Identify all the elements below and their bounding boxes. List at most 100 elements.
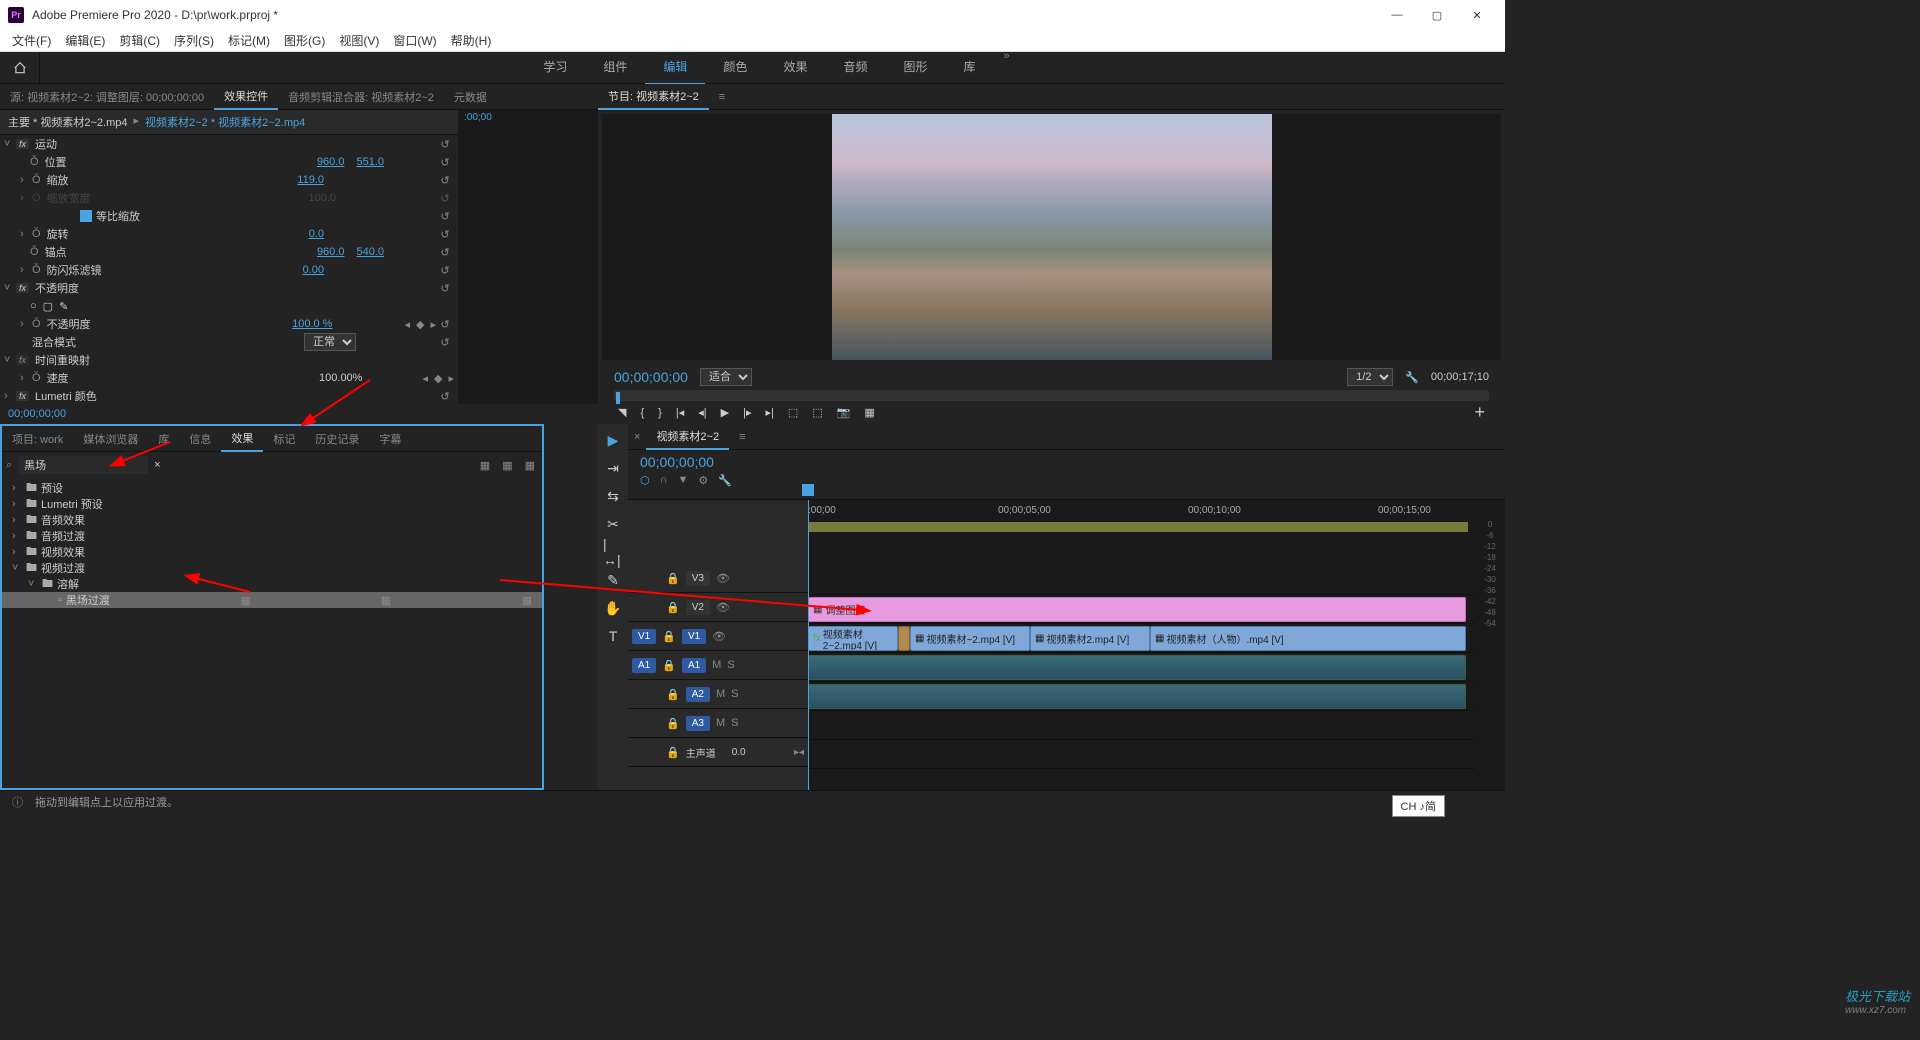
- lock-icon[interactable]: 🔒: [662, 630, 676, 643]
- ec-scale-v[interactable]: 119.0: [297, 174, 324, 186]
- panel-menu-icon[interactable]: ≡: [709, 87, 735, 107]
- reset-icon[interactable]: ↺: [436, 156, 454, 169]
- lock-icon[interactable]: 🔒: [666, 717, 680, 730]
- menu-图形(G)[interactable]: 图形(G): [278, 30, 331, 51]
- go-out-icon[interactable]: ▸|: [765, 406, 773, 419]
- source-tab[interactable]: 元数据: [444, 85, 497, 109]
- lower-tab[interactable]: 媒体浏览器: [73, 427, 148, 451]
- effects-folder[interactable]: ›🖿音频效果: [2, 512, 542, 528]
- ec-speed-v[interactable]: 100.00%: [319, 372, 362, 384]
- track-a3[interactable]: A3: [686, 716, 710, 731]
- toggle-output-icon[interactable]: 👁: [712, 630, 726, 643]
- effects-folder[interactable]: ›🖿预设: [2, 480, 542, 496]
- v2-track-lane[interactable]: ▦调整图层: [808, 595, 1475, 624]
- clip-a1[interactable]: [808, 655, 1466, 680]
- program-timecode[interactable]: 00;00;00;00: [614, 369, 688, 385]
- lock-icon[interactable]: 🔒: [662, 659, 676, 672]
- source-a1[interactable]: A1: [632, 658, 656, 673]
- lower-tab[interactable]: 库: [148, 427, 179, 451]
- rect-mask-icon[interactable]: ▢: [43, 300, 53, 313]
- work-area-bar[interactable]: [808, 522, 1468, 532]
- panel-menu-icon[interactable]: ≡: [729, 427, 755, 447]
- ec-anchor-y[interactable]: 540.0: [356, 246, 384, 258]
- menu-文件(F)[interactable]: 文件(F): [6, 30, 57, 51]
- reset-icon[interactable]: ↺: [436, 390, 454, 403]
- menu-剪辑(C)[interactable]: 剪辑(C): [113, 30, 166, 51]
- meter-icon[interactable]: ▸◂: [794, 747, 804, 758]
- workspace-编辑[interactable]: 编辑: [645, 50, 705, 85]
- maximize-button[interactable]: ▢: [1417, 0, 1457, 30]
- close-button[interactable]: ✕: [1457, 0, 1497, 30]
- reset-icon[interactable]: ↺: [436, 192, 454, 205]
- lower-tab[interactable]: 历史记录: [305, 427, 369, 451]
- ec-opacity-v[interactable]: 100.0 %: [292, 318, 332, 330]
- add-button-icon[interactable]: +: [1474, 402, 1485, 423]
- ripple-tool-icon[interactable]: ⇆: [603, 486, 623, 506]
- next-keyframe-icon[interactable]: ▸: [448, 372, 454, 385]
- pen-tool-icon[interactable]: ✎: [603, 570, 623, 590]
- workspace-音频[interactable]: 音频: [825, 50, 885, 85]
- sequence-tab[interactable]: 视频素材2~2: [646, 424, 729, 450]
- lock-icon[interactable]: 🔒: [666, 601, 680, 614]
- effects-folder[interactable]: ›🖿Lumetri 预设: [2, 496, 542, 512]
- selection-tool-icon[interactable]: ▶: [603, 430, 623, 450]
- wrench-icon[interactable]: 🔧: [718, 474, 732, 487]
- menu-窗口(W)[interactable]: 窗口(W): [387, 30, 442, 51]
- uniform-scale-checkbox[interactable]: [80, 210, 92, 222]
- lift-icon[interactable]: ⬚: [788, 406, 798, 419]
- timeline-ruler[interactable]: :00;0000;00;05;0000;00;10;0000;00;15;00: [808, 500, 1475, 520]
- preset-icon-2[interactable]: ▦: [502, 459, 512, 472]
- zoom-select[interactable]: 适合: [700, 368, 752, 386]
- go-in-icon[interactable]: |◂: [676, 406, 684, 419]
- toggle-output-icon[interactable]: 👁: [716, 601, 730, 614]
- ec-opacity-section[interactable]: 不透明度: [33, 280, 436, 296]
- workspace-组件[interactable]: 组件: [585, 50, 645, 85]
- clip-adjustment-layer[interactable]: ▦调整图层: [808, 597, 1466, 622]
- transition-clip[interactable]: [898, 626, 910, 651]
- workspace-学习[interactable]: 学习: [525, 50, 585, 85]
- workspace-图形[interactable]: 图形: [885, 50, 945, 85]
- a3-track-lane[interactable]: [808, 711, 1475, 740]
- menu-编辑(E)[interactable]: 编辑(E): [59, 30, 111, 51]
- master-volume[interactable]: 0.0: [732, 747, 746, 758]
- playhead[interactable]: [808, 500, 809, 790]
- ec-pos-y[interactable]: 551.0: [356, 156, 384, 168]
- lock-icon[interactable]: 🔒: [666, 572, 680, 585]
- hand-tool-icon[interactable]: ✋: [603, 598, 623, 618]
- workspace-颜色[interactable]: 颜色: [705, 50, 765, 85]
- timeline-timecode[interactable]: 00;00;00;00: [640, 454, 1493, 470]
- reset-icon[interactable]: ↺: [436, 210, 454, 223]
- track-select-tool-icon[interactable]: ⇥: [603, 458, 623, 478]
- clip-v1-4[interactable]: ▦视频素材（人物）.mp4 [V]: [1150, 626, 1466, 651]
- ec-mini-timeline[interactable]: :00;00: [458, 110, 598, 404]
- effects-folder[interactable]: ˅🖿视频过渡: [2, 560, 542, 576]
- program-monitor[interactable]: [602, 114, 1501, 360]
- workspace-overflow-icon[interactable]: »: [994, 50, 1020, 85]
- ellipse-mask-icon[interactable]: ○: [30, 300, 37, 312]
- program-tab[interactable]: 节目: 视频素材2~2: [598, 84, 709, 110]
- razor-tool-icon[interactable]: ✂: [603, 514, 623, 534]
- track-v1[interactable]: V1: [682, 629, 706, 644]
- type-tool-icon[interactable]: T: [603, 626, 623, 646]
- effects-folder[interactable]: ›🖿视频效果: [2, 544, 542, 560]
- reset-icon[interactable]: ↺: [436, 264, 454, 277]
- v1-track-lane[interactable]: fx视频素材2~2.mp4 [V] ▦视频素材~2.mp4 [V] ▦视频素材2…: [808, 624, 1475, 653]
- track-a2[interactable]: A2: [686, 687, 710, 702]
- add-keyframe-icon[interactable]: ◆: [434, 372, 442, 385]
- reset-icon[interactable]: ↺: [436, 282, 454, 295]
- blend-mode-select[interactable]: 正常: [304, 333, 356, 351]
- export-frame-icon[interactable]: 📷: [837, 406, 851, 419]
- ec-clip-link[interactable]: 视频素材2~2 * 视频素材2~2.mp4: [145, 114, 305, 130]
- mark-out-icon[interactable]: {: [640, 407, 644, 419]
- effects-item[interactable]: ▫黑场过渡▦▦▦: [2, 592, 542, 608]
- linked-selection-icon[interactable]: ∩: [660, 474, 668, 487]
- lower-tab[interactable]: 信息: [179, 427, 221, 451]
- ec-motion[interactable]: 运动: [33, 136, 436, 152]
- ec-anchor-x[interactable]: 960.0: [317, 246, 345, 258]
- source-tab[interactable]: 音频剪辑混合器: 视频素材2~2: [278, 85, 444, 109]
- lower-tab[interactable]: 项目: work: [2, 427, 73, 451]
- slip-tool-icon[interactable]: |↔|: [603, 542, 623, 562]
- settings-icon[interactable]: 🔧: [1405, 371, 1419, 384]
- mark-clip-icon[interactable]: }: [658, 407, 662, 419]
- clip-v1-1[interactable]: fx视频素材2~2.mp4 [V]: [808, 626, 898, 651]
